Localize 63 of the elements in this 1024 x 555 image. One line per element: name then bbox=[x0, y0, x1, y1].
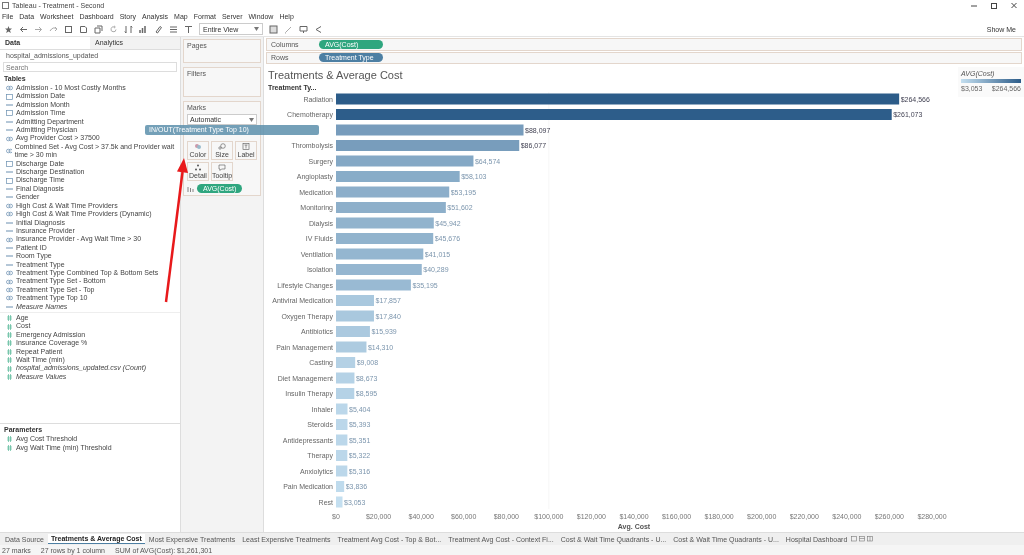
redo-arrow-icon[interactable] bbox=[49, 24, 58, 34]
fit-icon[interactable] bbox=[269, 24, 278, 34]
bar[interactable] bbox=[336, 450, 348, 461]
set-icon bbox=[6, 85, 13, 92]
sort-icon bbox=[187, 185, 194, 192]
bar[interactable] bbox=[336, 93, 900, 105]
close-icon[interactable] bbox=[1010, 2, 1018, 9]
group-icon[interactable] bbox=[169, 24, 178, 34]
bar[interactable] bbox=[336, 388, 355, 399]
set-icon bbox=[6, 148, 12, 155]
bar[interactable] bbox=[336, 155, 474, 167]
bar[interactable] bbox=[336, 279, 411, 291]
bar[interactable] bbox=[336, 248, 424, 260]
new-dashboard-icon[interactable] bbox=[859, 536, 867, 542]
app-icon bbox=[2, 2, 9, 9]
color-circles-icon bbox=[193, 143, 202, 150]
calendar-icon bbox=[6, 110, 13, 117]
measure-icon bbox=[6, 332, 13, 338]
speech-bubble-icon bbox=[218, 164, 226, 171]
forward-arrow-icon[interactable] bbox=[34, 24, 43, 34]
calendar-icon bbox=[6, 177, 13, 184]
maximize-icon[interactable] bbox=[990, 2, 998, 9]
star-icon[interactable] bbox=[4, 24, 13, 34]
bar[interactable] bbox=[336, 186, 450, 198]
bar[interactable] bbox=[336, 341, 367, 353]
label-icon[interactable] bbox=[184, 24, 193, 34]
set-icon bbox=[6, 236, 13, 243]
bar[interactable] bbox=[336, 372, 355, 384]
caret-icon bbox=[249, 117, 254, 122]
back-arrow-icon[interactable] bbox=[19, 24, 28, 34]
calendar-icon bbox=[6, 93, 13, 100]
minimize-icon[interactable] bbox=[970, 2, 978, 9]
bar[interactable] bbox=[336, 434, 348, 446]
bar[interactable] bbox=[336, 357, 356, 368]
color-ramp bbox=[961, 79, 1021, 83]
duplicate-icon[interactable] bbox=[94, 24, 103, 34]
caret-icon bbox=[254, 27, 259, 31]
text-field-icon bbox=[6, 303, 13, 310]
pen-icon[interactable] bbox=[284, 24, 293, 34]
chart-title: Treatments & Average Cost bbox=[268, 69, 403, 81]
bar[interactable] bbox=[336, 124, 524, 136]
measure-icon bbox=[6, 374, 13, 380]
highlight-icon[interactable] bbox=[154, 24, 163, 34]
text-field-icon bbox=[6, 102, 13, 108]
bar[interactable] bbox=[336, 465, 348, 477]
bar[interactable] bbox=[336, 310, 374, 322]
new-sheet-icon[interactable] bbox=[79, 24, 88, 34]
detail-dots-icon bbox=[193, 164, 202, 171]
refresh-icon[interactable] bbox=[109, 24, 118, 34]
save-icon[interactable] bbox=[64, 24, 73, 34]
label-icon bbox=[242, 143, 251, 150]
set-icon bbox=[6, 135, 13, 142]
new-story-icon[interactable] bbox=[867, 536, 875, 542]
text-field-icon bbox=[6, 169, 13, 176]
bar[interactable] bbox=[336, 217, 434, 229]
bar[interactable] bbox=[336, 481, 345, 492]
share-icon[interactable] bbox=[314, 24, 323, 34]
calendar-icon bbox=[6, 160, 13, 167]
new-sheet-icon[interactable] bbox=[851, 536, 859, 542]
swap-icon[interactable] bbox=[124, 24, 133, 34]
present-icon[interactable] bbox=[299, 24, 308, 34]
size-circles-icon bbox=[218, 143, 226, 150]
sort-icon[interactable] bbox=[139, 24, 148, 34]
